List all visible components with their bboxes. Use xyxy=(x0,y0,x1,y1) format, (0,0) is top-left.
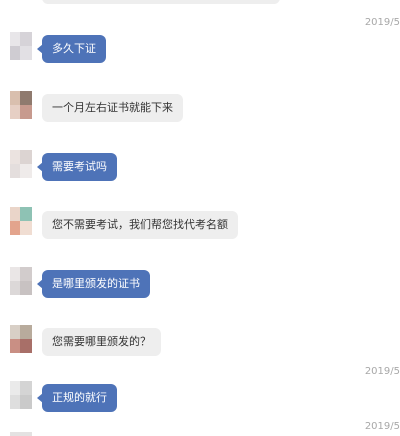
message-bubble-agent[interactable]: 您不需要考试，我们帮您找代考名额 xyxy=(42,211,238,239)
agent-avatar[interactable] xyxy=(6,325,36,355)
message-bubble-customer[interactable]: 是哪里颁发的证书 xyxy=(37,270,150,298)
customer-avatar[interactable] xyxy=(6,381,36,411)
message-bubble-customer[interactable]: 多久下证 xyxy=(37,35,106,63)
customer-avatar[interactable] xyxy=(6,32,36,62)
next-avatar xyxy=(6,432,36,436)
message-bubble-agent[interactable]: 您需要哪里颁发的？ xyxy=(42,328,161,356)
customer-avatar[interactable] xyxy=(6,267,36,297)
timestamp: 2019/5 xyxy=(364,421,400,432)
agent-avatar[interactable] xyxy=(6,91,36,121)
chat-window: 2019/5 多久下证 一个月左右证书就能下来 需要考试吗 您不需要考试，我们帮… xyxy=(0,0,400,436)
agent-avatar[interactable] xyxy=(6,207,36,237)
customer-avatar[interactable] xyxy=(6,150,36,180)
message-bubble-customer[interactable]: 正规的就行 xyxy=(37,384,117,412)
message-bubble-agent[interactable]: 一个月左右证书就能下来 xyxy=(42,94,183,122)
previous-message-bubble xyxy=(42,0,280,4)
timestamp: 2019/5 xyxy=(364,366,400,377)
timestamp: 2019/5 xyxy=(364,17,400,28)
message-bubble-customer[interactable]: 需要考试吗 xyxy=(37,153,117,181)
